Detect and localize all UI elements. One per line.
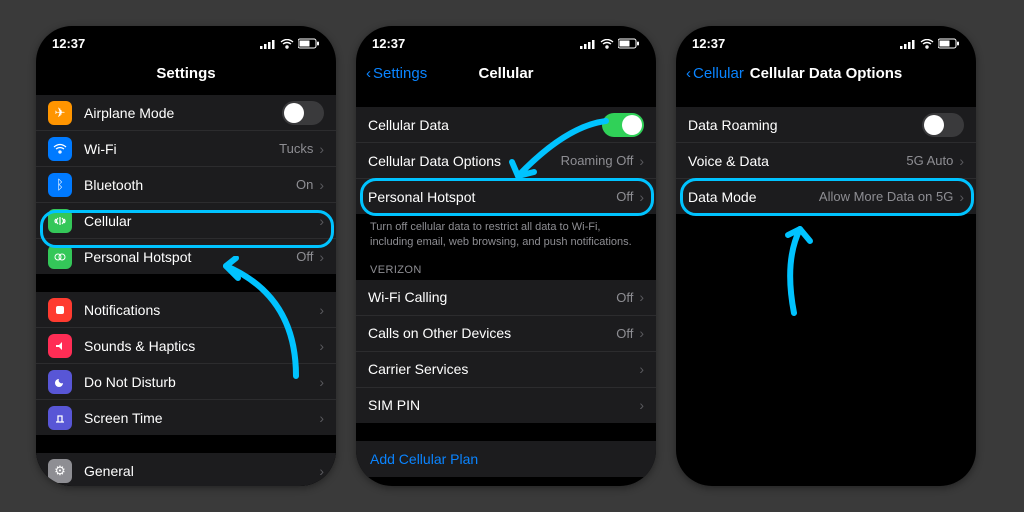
row-sim-pin[interactable]: SIM PIN ›	[356, 388, 656, 423]
status-time: 12:37	[52, 36, 85, 51]
section-footer: Turn off cellular data to restrict all d…	[356, 214, 656, 256]
row-cellular[interactable]: Cellular ›	[36, 203, 336, 239]
chevron-right-icon: ›	[319, 141, 324, 157]
signal-icon	[580, 39, 596, 49]
add-cellular-plan-link[interactable]: Add Cellular Plan	[356, 441, 656, 477]
wifi-icon	[920, 39, 934, 49]
row-cellular-data[interactable]: Cellular Data	[356, 107, 656, 143]
dnd-icon	[48, 370, 72, 394]
wifi-icon	[600, 39, 614, 49]
chevron-right-icon: ›	[639, 289, 644, 305]
chevron-left-icon: ‹	[366, 65, 371, 82]
row-personal-hotspot[interactable]: Personal Hotspot Off ›	[356, 179, 656, 214]
row-general[interactable]: ⚙ General ›	[36, 453, 336, 486]
row-bluetooth[interactable]: ᛒ Bluetooth On ›	[36, 167, 336, 203]
chevron-right-icon: ›	[959, 153, 964, 169]
chevron-right-icon: ›	[319, 213, 324, 229]
status-time: 12:37	[692, 36, 725, 51]
row-notifications[interactable]: Notifications ›	[36, 292, 336, 328]
chevron-right-icon: ›	[319, 177, 324, 193]
nav-bar: ‹Cellular Cellular Data Options	[676, 57, 976, 89]
status-bar: 12:37	[36, 26, 336, 57]
airplane-toggle[interactable]	[282, 101, 324, 125]
wifi-row-icon	[48, 137, 72, 161]
row-cellular-data-options[interactable]: Cellular Data Options Roaming Off ›	[356, 143, 656, 179]
back-button[interactable]: ‹Cellular	[686, 65, 744, 82]
signal-icon	[260, 39, 276, 49]
chevron-right-icon: ›	[319, 410, 324, 426]
chevron-left-icon: ‹	[686, 65, 691, 82]
chevron-right-icon: ›	[319, 374, 324, 390]
section-header-carrier: Verizon	[356, 256, 656, 280]
battery-icon	[298, 38, 320, 49]
phone-cdo: 12:37 ‹Cellular Cellular Data Options Da…	[676, 26, 976, 486]
sounds-icon	[48, 334, 72, 358]
notifications-icon	[48, 298, 72, 322]
row-sounds[interactable]: Sounds & Haptics ›	[36, 328, 336, 364]
gear-icon: ⚙	[48, 459, 72, 483]
chevron-right-icon: ›	[319, 302, 324, 318]
row-wifi-calling[interactable]: Wi-Fi Calling Off ›	[356, 280, 656, 316]
battery-icon	[618, 38, 640, 49]
wifi-icon	[280, 39, 294, 49]
row-dnd[interactable]: Do Not Disturb ›	[36, 364, 336, 400]
chevron-right-icon: ›	[639, 361, 644, 377]
chevron-right-icon: ›	[959, 189, 964, 205]
row-carrier-services[interactable]: Carrier Services ›	[356, 352, 656, 388]
chevron-right-icon: ›	[639, 153, 644, 169]
nav-bar: ‹Settings Cellular	[356, 57, 656, 89]
chevron-right-icon: ›	[639, 397, 644, 413]
status-bar: 12:37	[356, 26, 656, 57]
roaming-toggle[interactable]	[922, 113, 964, 137]
chevron-right-icon: ›	[639, 325, 644, 341]
chevron-right-icon: ›	[319, 338, 324, 354]
phone-settings: 12:37 Settings ✈ Airplane Mode Wi-Fi Tuc…	[36, 26, 336, 486]
back-button[interactable]: ‹Settings	[366, 65, 427, 82]
chevron-right-icon: ›	[319, 249, 324, 265]
row-calls-other-devices[interactable]: Calls on Other Devices Off ›	[356, 316, 656, 352]
status-bar: 12:37	[676, 26, 976, 57]
bluetooth-icon: ᛒ	[48, 173, 72, 197]
status-time: 12:37	[372, 36, 405, 51]
cellular-icon	[48, 209, 72, 233]
signal-icon	[900, 39, 916, 49]
chevron-right-icon: ›	[639, 189, 644, 205]
screentime-icon	[48, 406, 72, 430]
row-voice-data[interactable]: Voice & Data 5G Auto ›	[676, 143, 976, 179]
annotation-arrow	[764, 221, 834, 321]
battery-icon	[938, 38, 960, 49]
airplane-icon: ✈	[48, 101, 72, 125]
hotspot-icon	[48, 245, 72, 269]
nav-title: Cellular	[478, 65, 533, 82]
row-screentime[interactable]: Screen Time ›	[36, 400, 336, 435]
nav-title: Cellular Data Options	[750, 65, 903, 82]
cellular-data-toggle[interactable]	[602, 113, 644, 137]
row-hotspot[interactable]: Personal Hotspot Off ›	[36, 239, 336, 274]
row-data-mode[interactable]: Data Mode Allow More Data on 5G ›	[676, 179, 976, 214]
row-data-roaming[interactable]: Data Roaming	[676, 107, 976, 143]
phone-cellular: 12:37 ‹Settings Cellular Cellular Data C…	[356, 26, 656, 486]
nav-title: Settings	[36, 57, 336, 89]
chevron-right-icon: ›	[319, 463, 324, 479]
row-wifi[interactable]: Wi-Fi Tucks ›	[36, 131, 336, 167]
row-airplane-mode[interactable]: ✈ Airplane Mode	[36, 95, 336, 131]
